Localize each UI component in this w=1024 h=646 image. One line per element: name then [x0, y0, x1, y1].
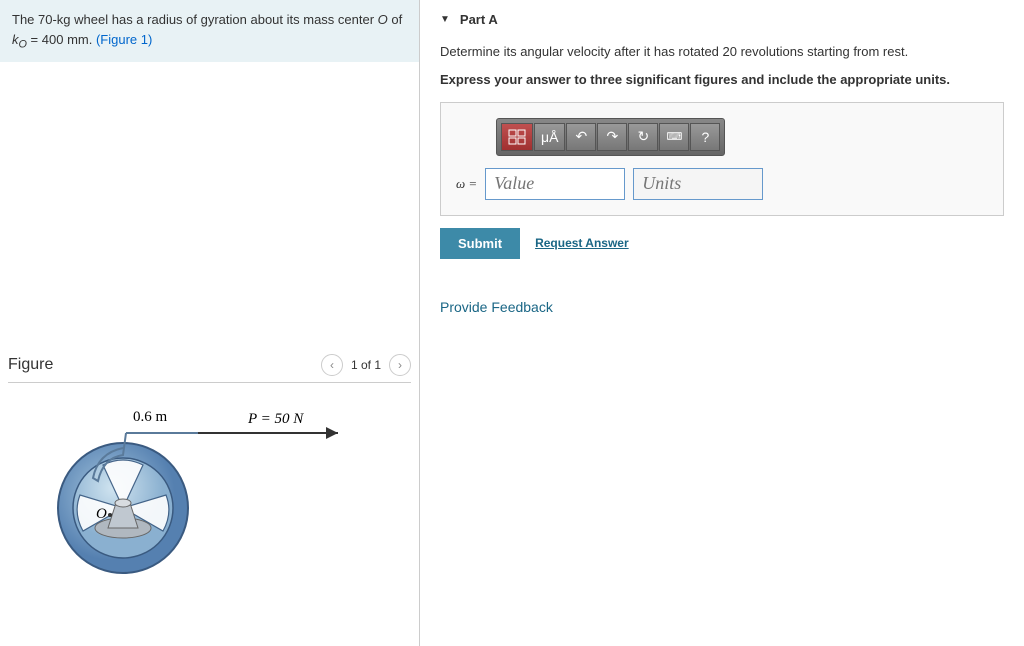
template-formula-button[interactable] [501, 123, 533, 151]
figure-counter: 1 of 1 [351, 358, 381, 372]
figure-header: Figure ‹ 1 of 1 › [8, 354, 411, 383]
reset-button[interactable]: ↻ [628, 123, 658, 151]
prev-figure-button[interactable]: ‹ [321, 354, 343, 376]
problem-statement: The 70-kg wheel has a radius of gyration… [0, 0, 419, 62]
figure-link[interactable]: (Figure 1) [96, 32, 152, 47]
right-panel: ▼ Part A Determine its angular velocity … [420, 0, 1024, 646]
action-row: Submit Request Answer [440, 228, 1004, 259]
undo-button[interactable]: ↶ [566, 123, 596, 151]
keyboard-button[interactable]: ⌨ [659, 123, 689, 151]
answer-box: μÅ ↶ ↷ ↻ ⌨ ? ω = [440, 102, 1004, 216]
center-label: O [96, 506, 107, 522]
left-panel: The 70-kg wheel has a radius of gyration… [0, 0, 420, 646]
help-button[interactable]: ? [690, 123, 720, 151]
submit-button[interactable]: Submit [440, 228, 520, 259]
formula-toolbar: μÅ ↶ ↷ ↻ ⌨ ? [496, 118, 725, 156]
figure-nav: ‹ 1 of 1 › [321, 354, 411, 376]
omega-label: ω = [456, 176, 477, 192]
figure-title: Figure [8, 356, 53, 374]
units-input[interactable] [633, 168, 763, 200]
special-chars-button[interactable]: μÅ [534, 123, 565, 151]
request-answer-link[interactable]: Request Answer [535, 236, 629, 250]
radius-label: 0.6 m [133, 409, 168, 425]
collapse-icon: ▼ [440, 14, 450, 25]
feedback-link[interactable]: Provide Feedback [440, 299, 1004, 315]
question-text: Determine its angular velocity after it … [440, 42, 1004, 62]
instruction-text: Express your answer to three significant… [440, 72, 1004, 87]
answer-input-row: ω = [456, 168, 988, 200]
force-label: P = 50 N [247, 411, 304, 427]
part-label: Part A [460, 12, 498, 27]
figure-section: Figure ‹ 1 of 1 › 0.6 m P = 50 N [0, 354, 419, 586]
next-figure-button[interactable]: › [389, 354, 411, 376]
part-header[interactable]: ▼ Part A [440, 12, 1004, 27]
figure-diagram: 0.6 m P = 50 N [8, 403, 411, 586]
value-input[interactable] [485, 168, 625, 200]
problem-text: The 70-kg wheel has a radius of gyration… [12, 12, 402, 47]
redo-button[interactable]: ↷ [597, 123, 627, 151]
